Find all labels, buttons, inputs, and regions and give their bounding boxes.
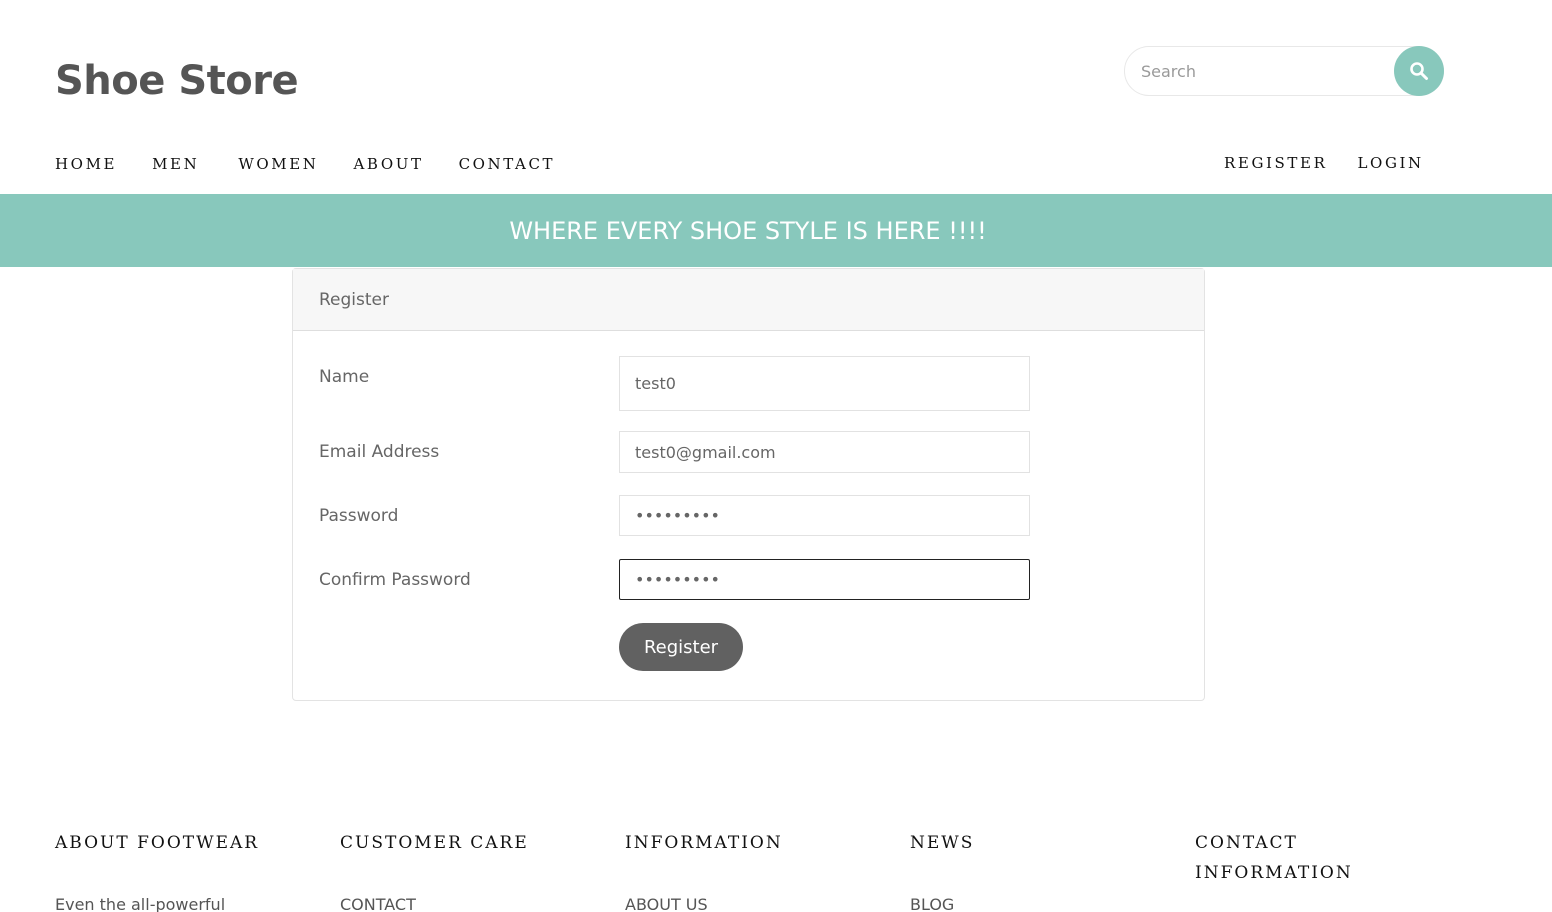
search-input[interactable]: [1141, 47, 1391, 95]
footer-heading-about: ABOUT FOOTWEAR: [55, 833, 260, 853]
nav-women[interactable]: WOMEN: [238, 155, 318, 173]
name-field[interactable]: [619, 356, 1030, 411]
nav-contact[interactable]: CONTACT: [459, 155, 556, 173]
register-card: Register Name Email Address Password Con…: [292, 268, 1205, 701]
footer-heading-contact-line2: INFORMATION: [1195, 863, 1353, 883]
nav-register[interactable]: REGISTER: [1224, 154, 1327, 172]
footer-heading-information: INFORMATION: [625, 833, 783, 853]
banner-text: WHERE EVERY SHOE STYLE IS HERE !!!!: [509, 216, 987, 245]
search-icon: [1410, 62, 1428, 80]
search-box: [1124, 46, 1444, 96]
nav-home[interactable]: HOME: [55, 155, 117, 173]
footer-col-contact: CONTACT INFORMATION: [1195, 828, 1353, 888]
footer-heading-contact-line1: CONTACT: [1195, 833, 1298, 853]
footer-heading-care: CUSTOMER CARE: [340, 833, 529, 853]
footer-heading-news: NEWS: [910, 833, 975, 853]
name-label: Name: [319, 367, 370, 387]
footer-col-care: CUSTOMER CARE: [340, 828, 529, 858]
footer-col-news: NEWS: [910, 828, 974, 858]
email-label: Email Address: [319, 442, 440, 462]
site-title[interactable]: Shoe Store: [55, 58, 299, 104]
account-nav: REGISTER LOGIN: [1224, 154, 1424, 172]
footer-link-contact[interactable]: Contact: [340, 895, 416, 912]
search-button[interactable]: [1394, 46, 1444, 96]
email-field[interactable]: [619, 431, 1030, 473]
main-nav: HOME MEN WOMEN ABOUT CONTACT: [55, 155, 555, 173]
nav-men[interactable]: MEN: [152, 155, 199, 173]
register-button[interactable]: Register: [619, 623, 743, 671]
confirm-password-label: Confirm Password: [319, 570, 471, 590]
promo-banner: WHERE EVERY SHOE STYLE IS HERE !!!!: [0, 194, 1552, 267]
footer-col-information: INFORMATION: [625, 828, 783, 858]
nav-about[interactable]: ABOUT: [353, 155, 423, 173]
footer-link-about-us[interactable]: About us: [625, 895, 708, 912]
confirm-password-field[interactable]: [619, 559, 1030, 600]
password-field[interactable]: [619, 495, 1030, 536]
card-header: Register: [293, 269, 1204, 331]
nav-login[interactable]: LOGIN: [1357, 154, 1423, 172]
footer-link-blog[interactable]: Blog: [910, 895, 954, 912]
footer-about-text: Even the all-powerful: [55, 895, 226, 912]
footer-col-about: ABOUT FOOTWEAR: [55, 828, 259, 858]
password-label: Password: [319, 506, 399, 526]
